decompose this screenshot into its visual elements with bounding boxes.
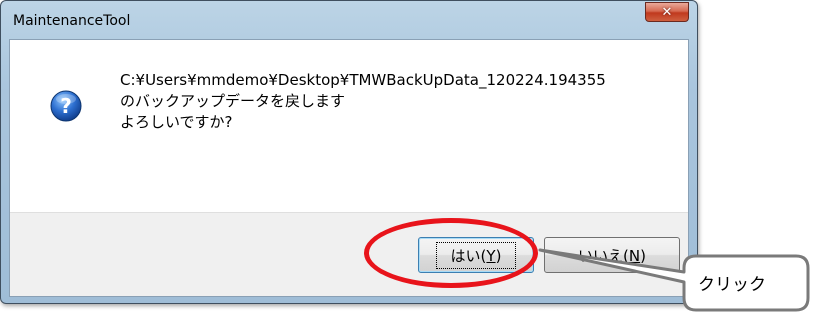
no-button-label: いいえ(N) [578, 246, 646, 265]
message-path: C:¥Users¥mmdemo¥Desktop¥TMWBackUpData_12… [120, 71, 606, 89]
dialog-client-area: ? C:¥Users¥mmdemo¥Desktop¥TMWBackUpData_… [9, 39, 689, 297]
no-button[interactable]: いいえ(N) [544, 237, 680, 273]
yes-button-label: はい(Y) [435, 241, 517, 269]
button-bar: はい(Y) いいえ(N) [10, 212, 688, 296]
close-icon: ✕ [661, 4, 673, 20]
close-button[interactable]: ✕ [645, 2, 689, 22]
message-action: のバックアップデータを戻します [120, 92, 346, 110]
callout-label: クリック [698, 274, 766, 295]
dialog-window: MaintenanceTool ✕ ? C:¥Users¥mmdemo¥Desk… [0, 0, 698, 304]
dialog-message: C:¥Users¥mmdemo¥Desktop¥TMWBackUpData_12… [120, 70, 606, 133]
message-confirm: よろしいですか? [120, 113, 233, 131]
svg-text:?: ? [60, 94, 72, 118]
window-title: MaintenanceTool [13, 13, 131, 29]
yes-button[interactable]: はい(Y) [418, 237, 534, 273]
question-icon: ? [50, 90, 82, 122]
message-area: ? C:¥Users¥mmdemo¥Desktop¥TMWBackUpData_… [10, 40, 688, 212]
title-bar[interactable]: MaintenanceTool ✕ [1, 1, 697, 39]
